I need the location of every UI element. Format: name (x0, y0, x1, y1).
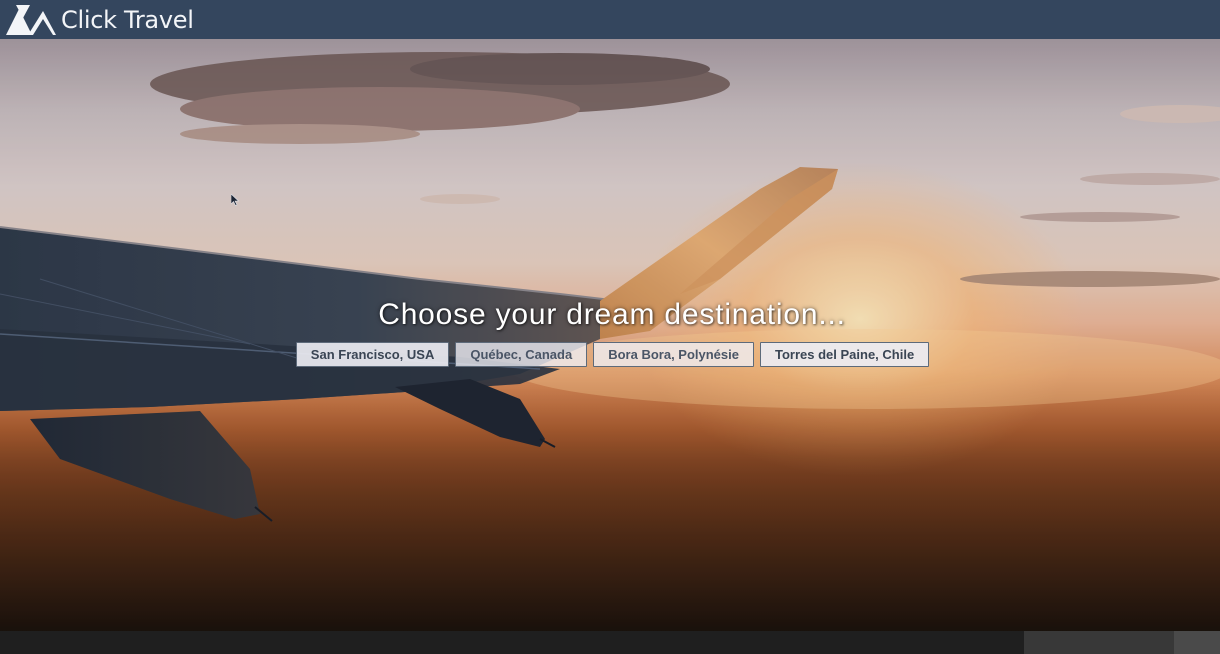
destination-button-quebec[interactable]: Québec, Canada (455, 342, 588, 367)
mountain-logo-icon (6, 4, 56, 35)
brand-logo-link[interactable]: Click Travel (6, 4, 194, 35)
hero-headline: Choose your dream destination... (378, 298, 846, 331)
hero-overlay (0, 39, 1220, 631)
brand-name: Click Travel (61, 5, 194, 34)
destination-button-bora-bora[interactable]: Bora Bora, Polynésie (593, 342, 754, 367)
footer-panel (1024, 631, 1174, 654)
destination-button-group: San Francisco, USA Québec, Canada Bora B… (0, 342, 1220, 367)
footer-bar (0, 631, 1220, 654)
top-nav-bar: Click Travel (0, 0, 1220, 39)
destination-button-san-francisco[interactable]: San Francisco, USA (295, 342, 450, 367)
destination-button-torres-del-paine[interactable]: Torres del Paine, Chile (760, 342, 930, 367)
hero-section: Choose your dream destination... San Fra… (0, 39, 1220, 631)
page: Click Travel Choose your dream destinati… (0, 0, 1220, 654)
footer-panel-end (1174, 631, 1220, 654)
